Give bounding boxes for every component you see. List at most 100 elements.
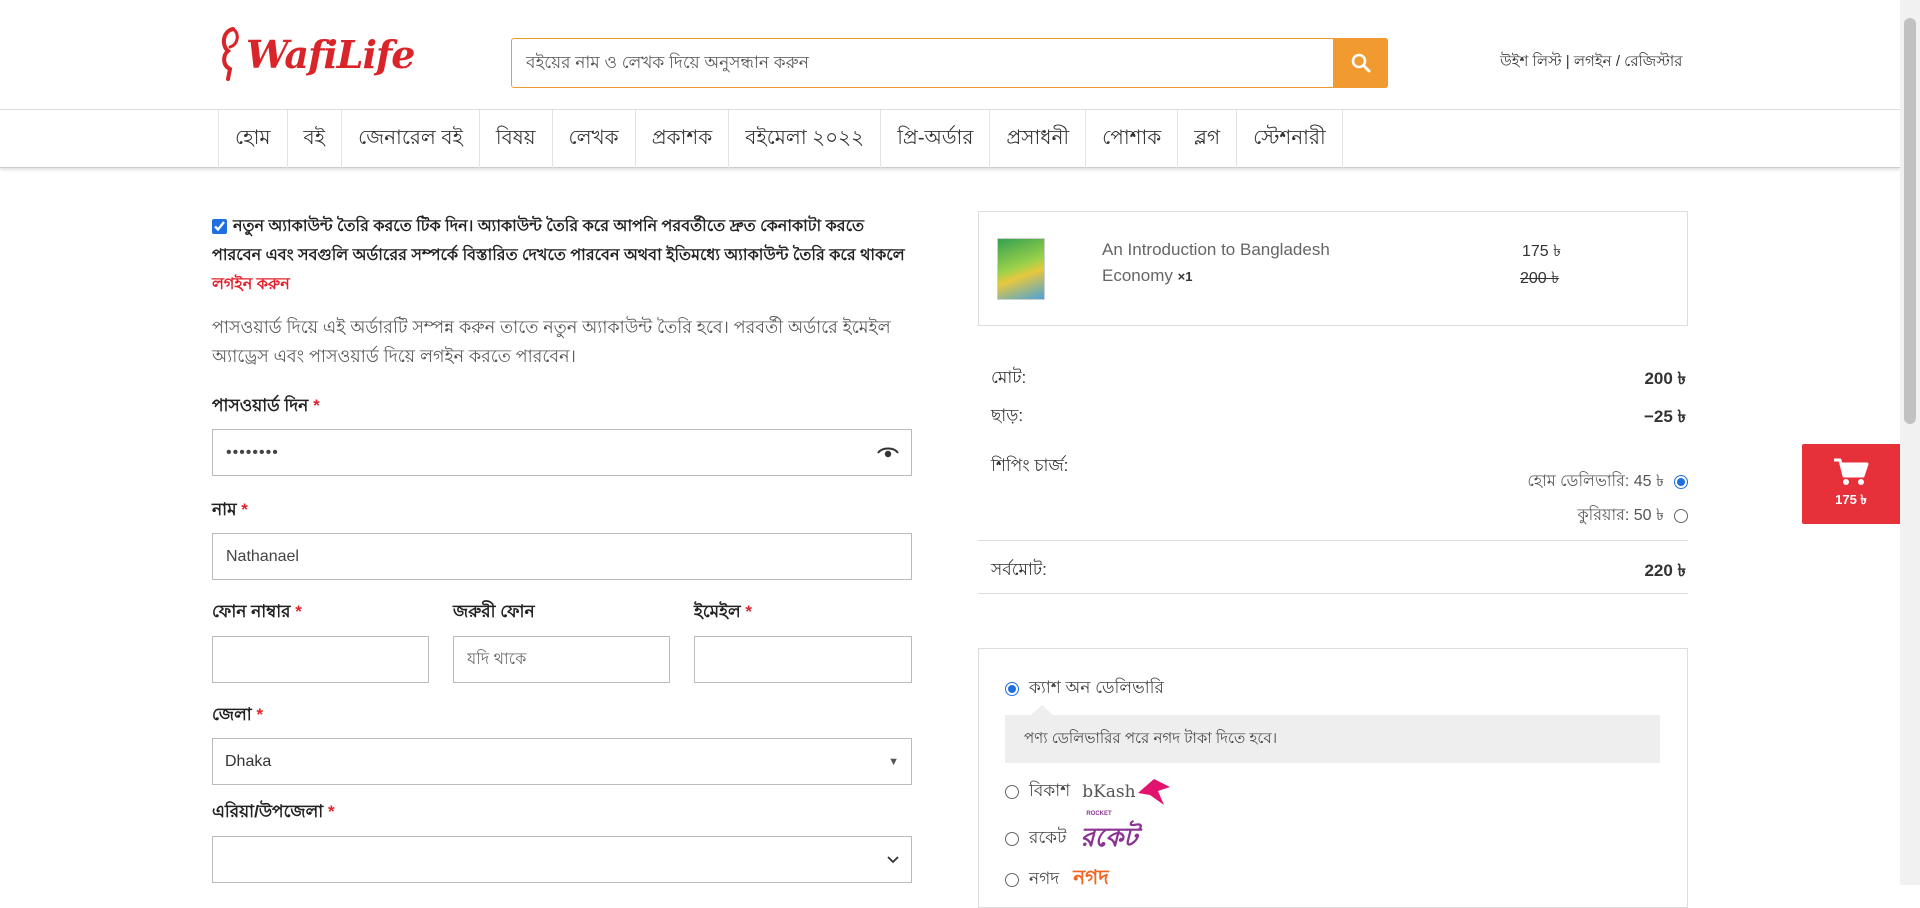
wafilife-logo[interactable]: WafiLife (218, 22, 415, 86)
logo-text: WafiLife (246, 31, 415, 77)
phone-field (212, 636, 429, 683)
cod-note-pointer (1031, 705, 1053, 715)
payment-nagad-radio[interactable] (1005, 872, 1019, 887)
create-account-text: নতুন অ্যাকাউন্ট তৈরি করতে টিক দিন। অ্যাক… (212, 218, 905, 264)
email-input[interactable] (695, 637, 911, 682)
product-title-text: An Introduction to Bangladesh Economy (1102, 240, 1330, 285)
logo-mark-icon (221, 27, 239, 81)
nav-item-stationery[interactable]: স্টেশনারী (1236, 110, 1343, 168)
rocket-logo: ROCKET রকেট (1080, 811, 1137, 861)
discount-label: ছাড়: (991, 406, 1024, 425)
subtotal-label: মোট: (991, 368, 1027, 387)
district-label: জেলা * (212, 702, 263, 730)
nav-item-general-books[interactable]: জেনারেল বই (341, 110, 479, 168)
payment-methods: ক্যাশ অন ডেলিভারি পণ্য ডেলিভারির পরে নগদ… (978, 648, 1688, 908)
product-title[interactable]: An Introduction to Bangladesh Economy ×1 (1102, 237, 1352, 290)
shipping-home-text: হোম ডেলিভারি: 45 ৳ (1527, 473, 1664, 490)
area-label-text: এরিয়া/উপজেলা (212, 802, 324, 821)
payment-bkash-radio[interactable] (1005, 785, 1019, 799)
password-input[interactable] (213, 430, 877, 475)
payment-nagad-label: নগদ (1029, 868, 1060, 888)
alt-phone-field (453, 636, 670, 683)
product-thumbnail[interactable] (997, 238, 1045, 300)
dropdown-caret-icon: ▼ (888, 755, 899, 768)
payment-bkash-label: বিকাশ (1029, 781, 1071, 800)
bkash-logo-text: bKash (1082, 782, 1136, 802)
name-field (212, 533, 912, 580)
account-links: উইশ লিস্ট | লগইন / রেজিস্টার (1500, 50, 1682, 75)
payment-nagad-option[interactable]: নগদ নগদ (1005, 863, 1109, 896)
rocket-logo-small: ROCKET (1086, 811, 1112, 817)
alt-phone-input[interactable] (454, 637, 669, 682)
register-link[interactable]: রেজিস্টার (1624, 53, 1682, 70)
phone-input[interactable] (213, 637, 428, 682)
bkash-logo: bKash (1082, 777, 1171, 807)
total-value: 220 ৳ (1644, 561, 1686, 580)
required-mark: * (745, 602, 752, 621)
password-label: পাসওয়ার্ড দিন * (212, 393, 320, 421)
divider (978, 593, 1688, 594)
nav-item-clothing[interactable]: পোশাক (1085, 110, 1177, 168)
nav-item-authors[interactable]: লেখক (551, 110, 635, 168)
shipping-courier-option[interactable]: কুরিয়ার: 50 ৳ (1577, 502, 1688, 529)
nav-item-books[interactable]: বই (286, 110, 342, 168)
login-now-link[interactable]: লগইন করুন (212, 276, 290, 293)
district-label-text: জেলা (212, 705, 252, 724)
create-account-checkbox[interactable] (212, 219, 227, 235)
payment-cod-radio[interactable] (1005, 682, 1019, 696)
shipping-home-radio[interactable] (1674, 474, 1688, 489)
shipping-courier-radio[interactable] (1674, 508, 1688, 523)
phone-label-text: ফোন নাম্বার (212, 602, 291, 621)
nav-items: হোম বই জেনারেল বই বিষয় লেখক প্রকাশক বইম… (218, 110, 1343, 168)
required-mark: * (241, 500, 248, 519)
payment-rocket-radio[interactable] (1005, 832, 1019, 846)
payment-rocket-label: রকেট (1029, 828, 1067, 847)
total-label: সর্বমোট: (991, 560, 1047, 579)
nav-item-cosmetics[interactable]: প্রসাধনী (989, 110, 1085, 168)
subtotal-value: 200 ৳ (1644, 369, 1686, 388)
scrollbar-thumb[interactable] (1904, 18, 1916, 424)
password-label-text: পাসওয়ার্ড দিন (212, 396, 309, 415)
login-link[interactable]: লগইন (1574, 53, 1612, 70)
required-mark: * (313, 396, 320, 415)
floating-cart-button[interactable]: 175 ৳ (1802, 444, 1900, 524)
payment-bkash-option[interactable]: বিকাশ bKash (1005, 777, 1172, 807)
nav-item-pre-order[interactable]: প্রি-অর্ডার (880, 110, 989, 168)
wishlist-link[interactable]: উইশ লিস্ট (1500, 53, 1562, 70)
area-label: এরিয়া/উপজেলা * (212, 799, 335, 827)
product-regular-price: 200 ৳ (1520, 270, 1560, 287)
required-mark: * (327, 802, 335, 821)
district-select[interactable]: Dhaka ▼ (212, 738, 912, 785)
bkash-bird-icon (1137, 779, 1170, 805)
discount-value: −25 ৳ (1643, 407, 1686, 426)
payment-rocket-option[interactable]: রকেট ROCKET রকেট (1005, 811, 1137, 861)
nav-item-home[interactable]: হোম (218, 110, 287, 168)
payment-cod-option[interactable]: ক্যাশ অন ডেলিভারি (1005, 675, 1164, 703)
create-account-notice: নতুন অ্যাকাউন্ট তৈরি করতে টিক দিন। অ্যাক… (212, 212, 912, 299)
nav-item-subjects[interactable]: বিষয় (478, 110, 552, 168)
cod-note: পণ্য ডেলিভারির পরে নগদ টাকা দিতে হবে। (1005, 715, 1660, 763)
shipping-home-option[interactable]: হোম ডেলিভারি: 45 ৳ (1527, 468, 1688, 495)
product-sale-price: 175 ৳ (1522, 243, 1562, 260)
nav-item-publishers[interactable]: প্রকাশক (634, 110, 729, 168)
nav-item-book-fair[interactable]: বইমেলা ২০২২ (728, 110, 880, 168)
show-password-eye-icon[interactable] (877, 446, 899, 460)
nav-item-blog[interactable]: ব্লগ (1177, 110, 1236, 168)
district-selected-value: Dhaka (225, 752, 272, 770)
email-label-text: ইমেইল (694, 602, 741, 621)
search-icon (1351, 53, 1370, 73)
alt-phone-label: জরুরী ফোন (453, 602, 535, 621)
page-scrollbar[interactable] (1900, 0, 1920, 885)
search-bar (511, 38, 1388, 88)
email-label: ইমেইল * (694, 599, 752, 627)
chevron-down-icon (887, 855, 899, 863)
cart-total: 175 ৳ (1835, 491, 1867, 507)
name-input[interactable] (213, 534, 911, 579)
payment-cod-label: ক্যাশ অন ডেলিভারি (1029, 678, 1164, 697)
search-button[interactable] (1333, 38, 1388, 88)
email-field (694, 636, 912, 683)
name-label: নাম * (212, 497, 248, 525)
search-input[interactable] (512, 39, 1333, 87)
shipping-courier-text: কুরিয়ার: 50 ৳ (1577, 507, 1664, 524)
area-select[interactable] (212, 836, 912, 883)
